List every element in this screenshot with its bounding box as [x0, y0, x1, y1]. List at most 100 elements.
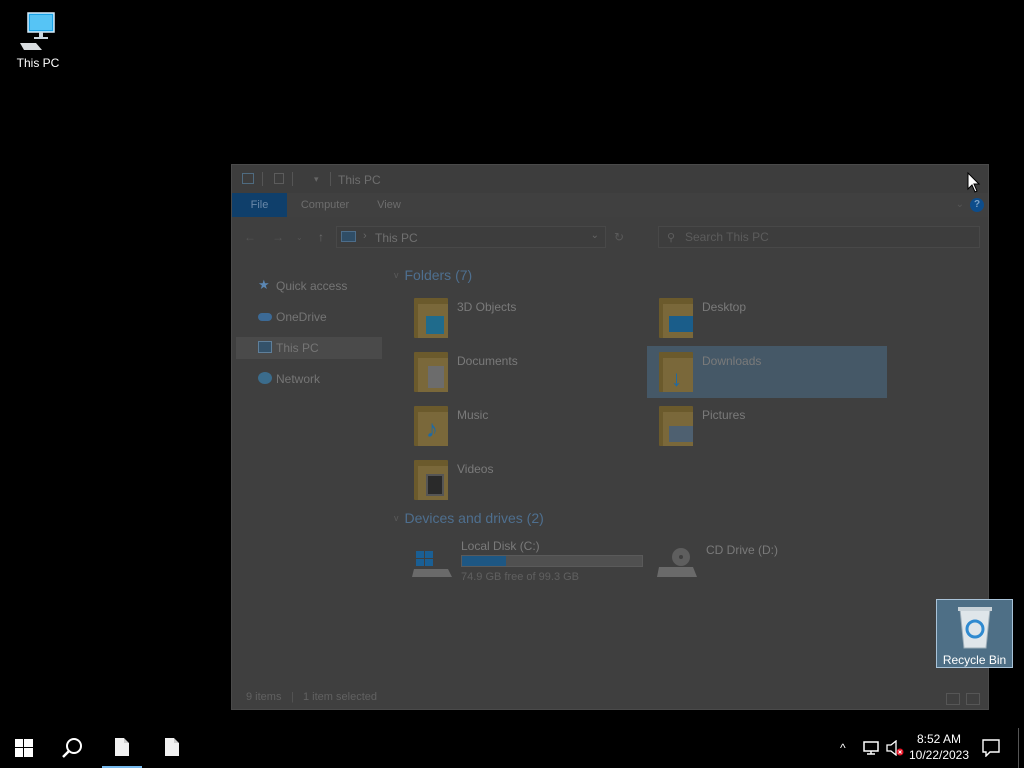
- pictures-folder-icon: [659, 406, 693, 446]
- recycle-bin-icon: [958, 607, 992, 649]
- window-computer-icon: [242, 173, 254, 184]
- status-selection: 1 item selected: [303, 691, 377, 703]
- folder-music[interactable]: ♪ Music: [402, 400, 642, 452]
- address-bar[interactable]: › This PC ⌄: [336, 226, 606, 248]
- search-box[interactable]: ⚲: [658, 226, 980, 248]
- folder-pictures[interactable]: Pictures: [647, 400, 887, 452]
- drive-free-space: 74.9 GB free of 99.3 GB: [461, 571, 580, 583]
- section-title: Folders (7): [404, 267, 473, 283]
- divider: [292, 172, 293, 186]
- mouse-cursor-icon: [967, 172, 981, 193]
- ribbon: File Computer View ⌄ ?: [232, 193, 988, 217]
- action-center-icon[interactable]: [982, 739, 1000, 757]
- nav-item-label: Quick access: [276, 279, 348, 293]
- drive-usage-fill: [462, 556, 507, 566]
- title-bar[interactable]: ▾ This PC: [232, 165, 988, 193]
- status-bar: 9 items | 1 item selected: [246, 691, 377, 703]
- nav-item-quick-access[interactable]: ★ Quick access: [236, 275, 382, 297]
- search-icon: ⚲: [667, 232, 676, 244]
- address-row: ← → ⌄ ↑ › This PC ⌄ ↻ ⚲: [232, 223, 988, 251]
- nav-item-this-pc[interactable]: This PC: [236, 337, 382, 359]
- ribbon-tab-view[interactable]: View: [366, 193, 412, 217]
- large-icons-view-icon[interactable]: [966, 693, 980, 705]
- nav-item-network[interactable]: Network: [236, 368, 382, 390]
- address-dropdown-icon[interactable]: ⌄: [591, 230, 599, 241]
- drive-local-disk-c[interactable]: Local Disk (C:) 74.9 GB free of 99.3 GB: [402, 535, 643, 587]
- taskbar-search-button[interactable]: [48, 728, 96, 768]
- music-folder-icon: ♪: [414, 406, 448, 446]
- status-divider: |: [291, 691, 294, 703]
- clock-date: 10/22/2023: [908, 748, 970, 762]
- document-icon: [115, 738, 129, 756]
- address-path: This PC: [375, 231, 418, 245]
- show-desktop-button[interactable]: [1018, 728, 1024, 768]
- drive-name: CD Drive (D:): [706, 543, 778, 557]
- show-hidden-icons-chevron-icon[interactable]: ^: [840, 741, 846, 755]
- documents-folder-icon: [414, 352, 448, 392]
- nav-item-label: OneDrive: [276, 310, 327, 324]
- folder-3d-objects[interactable]: 3D Objects: [402, 292, 642, 344]
- search-icon: [62, 738, 82, 758]
- chevron-down-icon: v: [394, 270, 399, 280]
- folder-name: Videos: [457, 462, 494, 476]
- desktop-icon-label: Recycle Bin: [942, 653, 1007, 667]
- properties-icon[interactable]: [274, 173, 284, 184]
- recent-locations-icon[interactable]: ⌄: [296, 233, 303, 242]
- volume-muted-icon[interactable]: [886, 740, 904, 756]
- folder-videos[interactable]: Videos: [402, 454, 642, 506]
- drive-name: Local Disk (C:): [461, 539, 540, 553]
- expand-ribbon-icon[interactable]: ⌄: [956, 199, 964, 210]
- network-tray-icon[interactable]: [863, 741, 879, 755]
- divider: [262, 172, 263, 186]
- desktop-folder-icon: [659, 298, 693, 338]
- folder-name: Pictures: [702, 408, 746, 422]
- cloud-icon: [258, 313, 272, 321]
- ribbon-tab-file[interactable]: File: [232, 193, 287, 217]
- folder-desktop[interactable]: Desktop: [647, 292, 887, 344]
- videos-folder-icon: [414, 460, 448, 500]
- status-item-count: 9 items: [246, 691, 282, 703]
- search-input[interactable]: [685, 229, 965, 245]
- folder-name: Downloads: [702, 354, 762, 368]
- refresh-icon[interactable]: ↻: [614, 230, 624, 244]
- back-arrow-icon[interactable]: ←: [244, 230, 256, 244]
- start-button[interactable]: [0, 728, 48, 768]
- file-explorer-window[interactable]: ▾ This PC File Computer View ⌄ ? ← → ⌄ ↑…: [231, 164, 989, 710]
- folder-documents[interactable]: Documents: [402, 346, 642, 398]
- document-icon: [165, 738, 179, 756]
- window-title: This PC: [338, 173, 381, 187]
- drive-usage-bar: [461, 555, 643, 567]
- desktop-icon-this-pc[interactable]: This PC: [0, 10, 76, 70]
- taskbar-clock[interactable]: 8:52 AM 10/22/2023: [904, 731, 974, 763]
- this-pc-icon: [20, 12, 55, 50]
- folders-header[interactable]: v Folders (7): [394, 267, 472, 283]
- devices-header[interactable]: v Devices and drives (2): [394, 510, 544, 526]
- folder-name: 3D Objects: [457, 300, 517, 314]
- section-title: Devices and drives (2): [404, 510, 544, 526]
- up-arrow-icon[interactable]: ↑: [318, 230, 324, 244]
- taskbar-app-1[interactable]: [98, 728, 146, 768]
- computer-icon: [341, 231, 356, 242]
- nav-item-label: Network: [276, 372, 321, 386]
- breadcrumb-separator: ›: [363, 230, 367, 242]
- details-view-icon[interactable]: [946, 693, 960, 705]
- clock-time: 8:52 AM: [916, 732, 962, 746]
- customize-quick-access-icon[interactable]: ▾: [314, 174, 319, 185]
- nav-item-label: This PC: [276, 341, 319, 355]
- folder-name: Desktop: [702, 300, 747, 314]
- help-icon[interactable]: ?: [970, 198, 984, 212]
- drive-cd-d[interactable]: CD Drive (D:): [647, 535, 887, 587]
- forward-arrow-icon[interactable]: →: [272, 230, 284, 244]
- nav-item-onedrive[interactable]: OneDrive: [236, 306, 382, 328]
- folder-downloads[interactable]: ↓ Downloads: [647, 346, 887, 398]
- folder-name: Documents: [457, 354, 518, 368]
- desktop-icon-label: This PC: [16, 56, 60, 70]
- downloads-folder-icon: ↓: [659, 352, 693, 392]
- star-icon: ★: [258, 277, 270, 292]
- content-pane: v Folders (7) 3D Objects Desktop Document…: [392, 265, 982, 685]
- computer-icon: [258, 341, 272, 353]
- windows-start-icon: [15, 739, 33, 757]
- ribbon-tab-computer[interactable]: Computer: [292, 193, 358, 217]
- desktop-icon-recycle-bin[interactable]: Recycle Bin: [936, 599, 1013, 668]
- taskbar-app-2[interactable]: [148, 728, 196, 768]
